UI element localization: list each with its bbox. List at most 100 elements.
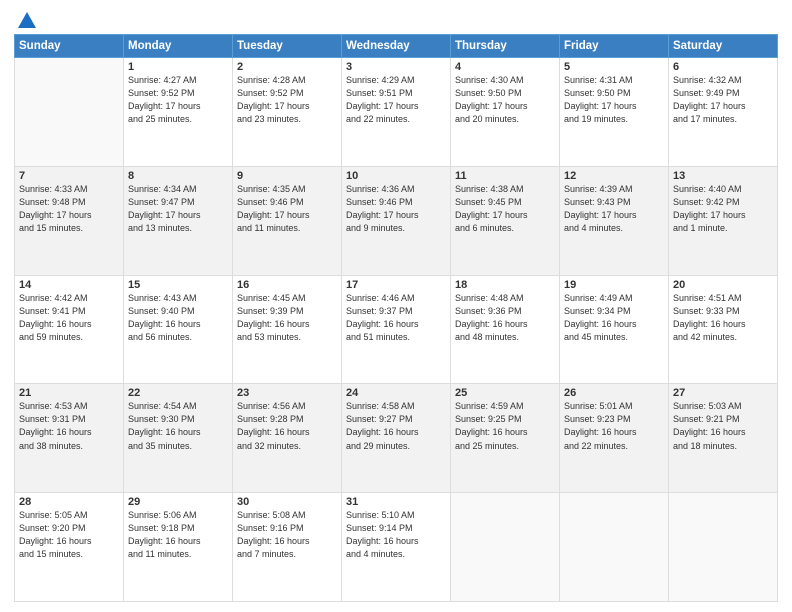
day-number: 27 [673,387,773,399]
calendar-cell [451,493,560,602]
calendar-cell: 8Sunrise: 4:34 AM Sunset: 9:47 PM Daylig… [124,166,233,275]
calendar-cell: 2Sunrise: 4:28 AM Sunset: 9:52 PM Daylig… [233,58,342,167]
day-number: 15 [128,279,228,291]
calendar-week-row: 14Sunrise: 4:42 AM Sunset: 9:41 PM Dayli… [15,275,778,384]
day-info: Sunrise: 4:58 AM Sunset: 9:27 PM Dayligh… [346,400,446,452]
calendar-cell: 10Sunrise: 4:36 AM Sunset: 9:46 PM Dayli… [342,166,451,275]
day-info: Sunrise: 5:05 AM Sunset: 9:20 PM Dayligh… [19,509,119,561]
page: SundayMondayTuesdayWednesdayThursdayFrid… [0,0,792,612]
day-info: Sunrise: 4:49 AM Sunset: 9:34 PM Dayligh… [564,292,664,344]
day-number: 29 [128,496,228,508]
day-number: 19 [564,279,664,291]
day-info: Sunrise: 4:42 AM Sunset: 9:41 PM Dayligh… [19,292,119,344]
day-number: 8 [128,170,228,182]
day-number: 23 [237,387,337,399]
day-info: Sunrise: 4:31 AM Sunset: 9:50 PM Dayligh… [564,74,664,126]
calendar-cell: 9Sunrise: 4:35 AM Sunset: 9:46 PM Daylig… [233,166,342,275]
day-info: Sunrise: 4:30 AM Sunset: 9:50 PM Dayligh… [455,74,555,126]
calendar-cell: 21Sunrise: 4:53 AM Sunset: 9:31 PM Dayli… [15,384,124,493]
day-number: 7 [19,170,119,182]
day-header-saturday: Saturday [669,35,778,58]
day-number: 9 [237,170,337,182]
day-info: Sunrise: 4:43 AM Sunset: 9:40 PM Dayligh… [128,292,228,344]
calendar-table: SundayMondayTuesdayWednesdayThursdayFrid… [14,34,778,602]
day-info: Sunrise: 4:29 AM Sunset: 9:51 PM Dayligh… [346,74,446,126]
day-header-wednesday: Wednesday [342,35,451,58]
day-number: 6 [673,61,773,73]
calendar-cell [15,58,124,167]
day-info: Sunrise: 4:48 AM Sunset: 9:36 PM Dayligh… [455,292,555,344]
calendar-cell: 28Sunrise: 5:05 AM Sunset: 9:20 PM Dayli… [15,493,124,602]
day-number: 2 [237,61,337,73]
calendar-week-row: 7Sunrise: 4:33 AM Sunset: 9:48 PM Daylig… [15,166,778,275]
calendar-cell: 23Sunrise: 4:56 AM Sunset: 9:28 PM Dayli… [233,384,342,493]
day-number: 3 [346,61,446,73]
day-info: Sunrise: 4:46 AM Sunset: 9:37 PM Dayligh… [346,292,446,344]
calendar-cell: 22Sunrise: 4:54 AM Sunset: 9:30 PM Dayli… [124,384,233,493]
day-header-tuesday: Tuesday [233,35,342,58]
day-info: Sunrise: 4:36 AM Sunset: 9:46 PM Dayligh… [346,183,446,235]
day-info: Sunrise: 5:03 AM Sunset: 9:21 PM Dayligh… [673,400,773,452]
day-number: 10 [346,170,446,182]
day-number: 21 [19,387,119,399]
day-number: 5 [564,61,664,73]
day-info: Sunrise: 4:32 AM Sunset: 9:49 PM Dayligh… [673,74,773,126]
day-info: Sunrise: 4:40 AM Sunset: 9:42 PM Dayligh… [673,183,773,235]
day-number: 28 [19,496,119,508]
day-info: Sunrise: 4:38 AM Sunset: 9:45 PM Dayligh… [455,183,555,235]
day-info: Sunrise: 4:54 AM Sunset: 9:30 PM Dayligh… [128,400,228,452]
calendar-cell: 26Sunrise: 5:01 AM Sunset: 9:23 PM Dayli… [560,384,669,493]
calendar-cell: 1Sunrise: 4:27 AM Sunset: 9:52 PM Daylig… [124,58,233,167]
calendar-cell: 30Sunrise: 5:08 AM Sunset: 9:16 PM Dayli… [233,493,342,602]
day-number: 13 [673,170,773,182]
day-info: Sunrise: 5:10 AM Sunset: 9:14 PM Dayligh… [346,509,446,561]
header [14,10,778,28]
calendar-cell: 29Sunrise: 5:06 AM Sunset: 9:18 PM Dayli… [124,493,233,602]
day-header-monday: Monday [124,35,233,58]
day-info: Sunrise: 4:51 AM Sunset: 9:33 PM Dayligh… [673,292,773,344]
day-number: 17 [346,279,446,291]
calendar-cell: 4Sunrise: 4:30 AM Sunset: 9:50 PM Daylig… [451,58,560,167]
logo-icon [16,10,38,32]
calendar-cell: 14Sunrise: 4:42 AM Sunset: 9:41 PM Dayli… [15,275,124,384]
day-number: 18 [455,279,555,291]
day-number: 1 [128,61,228,73]
logo [14,10,38,28]
calendar-cell: 31Sunrise: 5:10 AM Sunset: 9:14 PM Dayli… [342,493,451,602]
calendar-cell: 15Sunrise: 4:43 AM Sunset: 9:40 PM Dayli… [124,275,233,384]
day-info: Sunrise: 5:01 AM Sunset: 9:23 PM Dayligh… [564,400,664,452]
day-info: Sunrise: 4:34 AM Sunset: 9:47 PM Dayligh… [128,183,228,235]
calendar-cell: 25Sunrise: 4:59 AM Sunset: 9:25 PM Dayli… [451,384,560,493]
calendar-cell: 12Sunrise: 4:39 AM Sunset: 9:43 PM Dayli… [560,166,669,275]
calendar-cell: 13Sunrise: 4:40 AM Sunset: 9:42 PM Dayli… [669,166,778,275]
calendar-cell [669,493,778,602]
day-info: Sunrise: 4:59 AM Sunset: 9:25 PM Dayligh… [455,400,555,452]
day-header-friday: Friday [560,35,669,58]
day-header-sunday: Sunday [15,35,124,58]
calendar-cell: 7Sunrise: 4:33 AM Sunset: 9:48 PM Daylig… [15,166,124,275]
calendar-week-row: 28Sunrise: 5:05 AM Sunset: 9:20 PM Dayli… [15,493,778,602]
day-info: Sunrise: 5:06 AM Sunset: 9:18 PM Dayligh… [128,509,228,561]
day-number: 31 [346,496,446,508]
day-info: Sunrise: 4:53 AM Sunset: 9:31 PM Dayligh… [19,400,119,452]
day-info: Sunrise: 4:56 AM Sunset: 9:28 PM Dayligh… [237,400,337,452]
calendar-week-row: 1Sunrise: 4:27 AM Sunset: 9:52 PM Daylig… [15,58,778,167]
day-info: Sunrise: 4:28 AM Sunset: 9:52 PM Dayligh… [237,74,337,126]
day-number: 14 [19,279,119,291]
day-number: 25 [455,387,555,399]
calendar-cell: 17Sunrise: 4:46 AM Sunset: 9:37 PM Dayli… [342,275,451,384]
day-info: Sunrise: 4:33 AM Sunset: 9:48 PM Dayligh… [19,183,119,235]
day-number: 26 [564,387,664,399]
calendar-cell: 5Sunrise: 4:31 AM Sunset: 9:50 PM Daylig… [560,58,669,167]
calendar-cell: 18Sunrise: 4:48 AM Sunset: 9:36 PM Dayli… [451,275,560,384]
calendar-cell: 20Sunrise: 4:51 AM Sunset: 9:33 PM Dayli… [669,275,778,384]
day-header-thursday: Thursday [451,35,560,58]
calendar-cell: 19Sunrise: 4:49 AM Sunset: 9:34 PM Dayli… [560,275,669,384]
calendar-cell: 3Sunrise: 4:29 AM Sunset: 9:51 PM Daylig… [342,58,451,167]
day-number: 24 [346,387,446,399]
day-number: 20 [673,279,773,291]
day-info: Sunrise: 4:27 AM Sunset: 9:52 PM Dayligh… [128,74,228,126]
day-info: Sunrise: 5:08 AM Sunset: 9:16 PM Dayligh… [237,509,337,561]
day-number: 4 [455,61,555,73]
calendar-cell [560,493,669,602]
